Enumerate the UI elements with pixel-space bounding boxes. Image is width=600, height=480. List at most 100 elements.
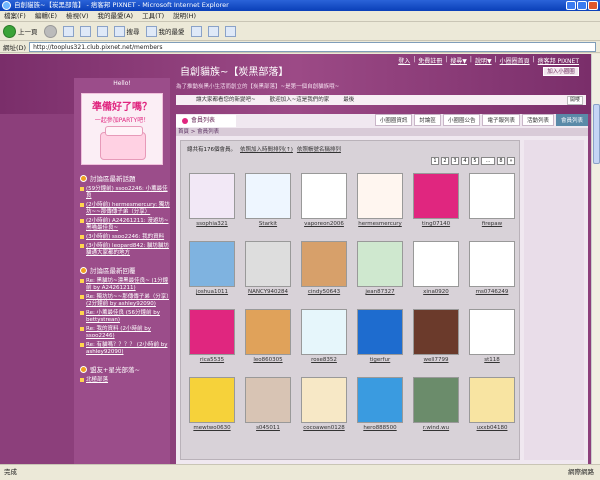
member-avatar[interactable]: [357, 241, 403, 287]
member-username[interactable]: st118: [467, 357, 517, 363]
next-page-button[interactable]: »: [507, 157, 515, 165]
member-avatar[interactable]: [413, 377, 459, 423]
page-4[interactable]: 4: [461, 157, 469, 165]
member-card[interactable]: cocoawen0128: [299, 377, 349, 431]
member-username[interactable]: firepaw: [467, 221, 517, 227]
party-promo-banner[interactable]: 準備好了嗎？ 一起參加PARTY吧！: [81, 93, 163, 165]
member-username[interactable]: cocoawen0128: [299, 425, 349, 431]
member-avatar[interactable]: [189, 309, 235, 355]
member-avatar[interactable]: [357, 377, 403, 423]
member-avatar[interactable]: [413, 309, 459, 355]
tab-newsletter[interactable]: 電子報列表: [482, 114, 520, 126]
home-icon[interactable]: [96, 25, 108, 37]
member-card[interactable]: hero888500: [355, 377, 405, 431]
mail-icon[interactable]: [207, 25, 219, 37]
member-card[interactable]: s045011: [243, 377, 293, 431]
print-icon[interactable]: [224, 25, 236, 37]
member-username[interactable]: ting07140: [411, 221, 461, 227]
member-card[interactable]: rica5535: [187, 309, 237, 363]
member-card[interactable]: mewtwo0630: [187, 377, 237, 431]
close-button[interactable]: [588, 1, 598, 10]
list-item[interactable]: (3小時前) ssoo2246: 我的資料: [80, 234, 170, 241]
stop-icon[interactable]: [62, 25, 74, 37]
member-avatar[interactable]: [301, 377, 347, 423]
menu-help[interactable]: 說明(H): [173, 11, 196, 21]
tab-members[interactable]: 會員列表: [555, 114, 588, 126]
member-card[interactable]: hermesmercury: [355, 173, 405, 227]
member-avatar[interactable]: [301, 241, 347, 287]
member-avatar[interactable]: [245, 173, 291, 219]
member-avatar[interactable]: [413, 241, 459, 287]
member-username[interactable]: ms0746249: [467, 289, 517, 295]
member-username[interactable]: r.wind.wu: [411, 425, 461, 431]
sort-by-name-link[interactable]: 依照帳號名稱排列: [297, 145, 341, 153]
breadcrumb[interactable]: 首頁 > 會員列表: [176, 128, 588, 136]
login-link[interactable]: 登入: [398, 56, 410, 65]
list-item[interactable]: Re: 黑貓坊~漂黑最佳良~ (1分鐘前 by A24261211): [80, 278, 170, 292]
member-card[interactable]: xina0920: [411, 241, 461, 295]
member-username[interactable]: s045011: [243, 425, 293, 431]
member-card[interactable]: joshua1011: [187, 241, 237, 295]
menu-tools[interactable]: 工具(T): [142, 11, 164, 21]
member-username[interactable]: Starkit: [243, 221, 293, 227]
member-avatar[interactable]: [357, 173, 403, 219]
search-link[interactable]: 搜尋▼: [450, 56, 467, 65]
member-username[interactable]: mewtwo0630: [187, 425, 237, 431]
forward-button[interactable]: [43, 24, 57, 38]
member-card[interactable]: Starkit: [243, 173, 293, 227]
menu-file[interactable]: 檔案(F): [4, 11, 26, 21]
tab-forum[interactable]: 討論區: [414, 114, 441, 126]
member-card[interactable]: st118: [467, 309, 517, 363]
page-8[interactable]: 8: [497, 157, 505, 165]
member-card[interactable]: cindy50643: [299, 241, 349, 295]
member-card[interactable]: uxxb04180: [467, 377, 517, 431]
member-avatar[interactable]: [301, 173, 347, 219]
member-username[interactable]: leo860305: [243, 357, 293, 363]
member-username[interactable]: well7799: [411, 357, 461, 363]
list-item[interactable]: 北極部落: [80, 377, 170, 384]
announcement-label[interactable]: 開喽: [566, 96, 583, 105]
list-item[interactable]: (2小時前) hermesmercury: 獨坊坊~~那傳傳子弟（分享）: [80, 202, 170, 216]
member-card[interactable]: rose8352: [299, 309, 349, 363]
refresh-icon[interactable]: [79, 25, 91, 37]
announcement-item[interactable]: 最後: [343, 95, 354, 105]
member-avatar[interactable]: [413, 173, 459, 219]
member-username[interactable]: joshua1011: [187, 289, 237, 295]
member-card[interactable]: ting07140: [411, 173, 461, 227]
back-button[interactable]: 上一頁: [3, 24, 38, 38]
page-3[interactable]: 3: [451, 157, 459, 165]
page-5[interactable]: 5: [471, 157, 479, 165]
member-card[interactable]: jean87327: [355, 241, 405, 295]
list-item[interactable]: Re: 有貓嗎？？？？ (2小時前 by ashley92090): [80, 342, 170, 356]
announcement-item[interactable]: 歡迎加入~這是我們的家: [270, 95, 330, 105]
tab-club-info[interactable]: 小圈圈資訊: [374, 114, 413, 126]
history-icon[interactable]: [190, 25, 202, 37]
register-link[interactable]: 免費註冊: [418, 56, 442, 65]
menu-edit[interactable]: 編輯(E): [35, 11, 57, 21]
menu-view[interactable]: 檢視(V): [66, 11, 89, 21]
list-item[interactable]: Re: 我的資料 (2小時前 by ssoo2246): [80, 326, 170, 340]
member-avatar[interactable]: [245, 309, 291, 355]
member-avatar[interactable]: [469, 241, 515, 287]
tab-events[interactable]: 活動列表: [521, 114, 554, 126]
page-1[interactable]: 1: [431, 157, 439, 165]
join-club-button[interactable]: 加入小圈圈: [543, 67, 579, 76]
list-item[interactable]: (3小時前) leopard842: 貓坊貓坊貓通大家都的地方: [80, 243, 170, 257]
member-username[interactable]: NANCY940284: [243, 289, 293, 295]
member-card[interactable]: well7799: [411, 309, 461, 363]
member-username[interactable]: ssophia321: [187, 221, 237, 227]
member-avatar[interactable]: [469, 309, 515, 355]
scrollbar[interactable]: [591, 54, 600, 464]
member-avatar[interactable]: [245, 377, 291, 423]
maximize-button[interactable]: [577, 1, 587, 10]
search-button[interactable]: 搜尋: [113, 25, 140, 37]
member-card[interactable]: vaporeon2006: [299, 173, 349, 227]
help-link[interactable]: 說明▼: [475, 56, 492, 65]
member-username[interactable]: hero888500: [355, 425, 405, 431]
member-username[interactable]: rose8352: [299, 357, 349, 363]
address-input[interactable]: http://tooplus321.club.pixnet.net/member…: [29, 41, 596, 52]
menu-favorites[interactable]: 我的最愛(A): [98, 11, 134, 21]
member-avatar[interactable]: [189, 173, 235, 219]
member-username[interactable]: cindy50643: [299, 289, 349, 295]
pixnet-link[interactable]: 痞客邦 PIXNET: [538, 56, 579, 65]
